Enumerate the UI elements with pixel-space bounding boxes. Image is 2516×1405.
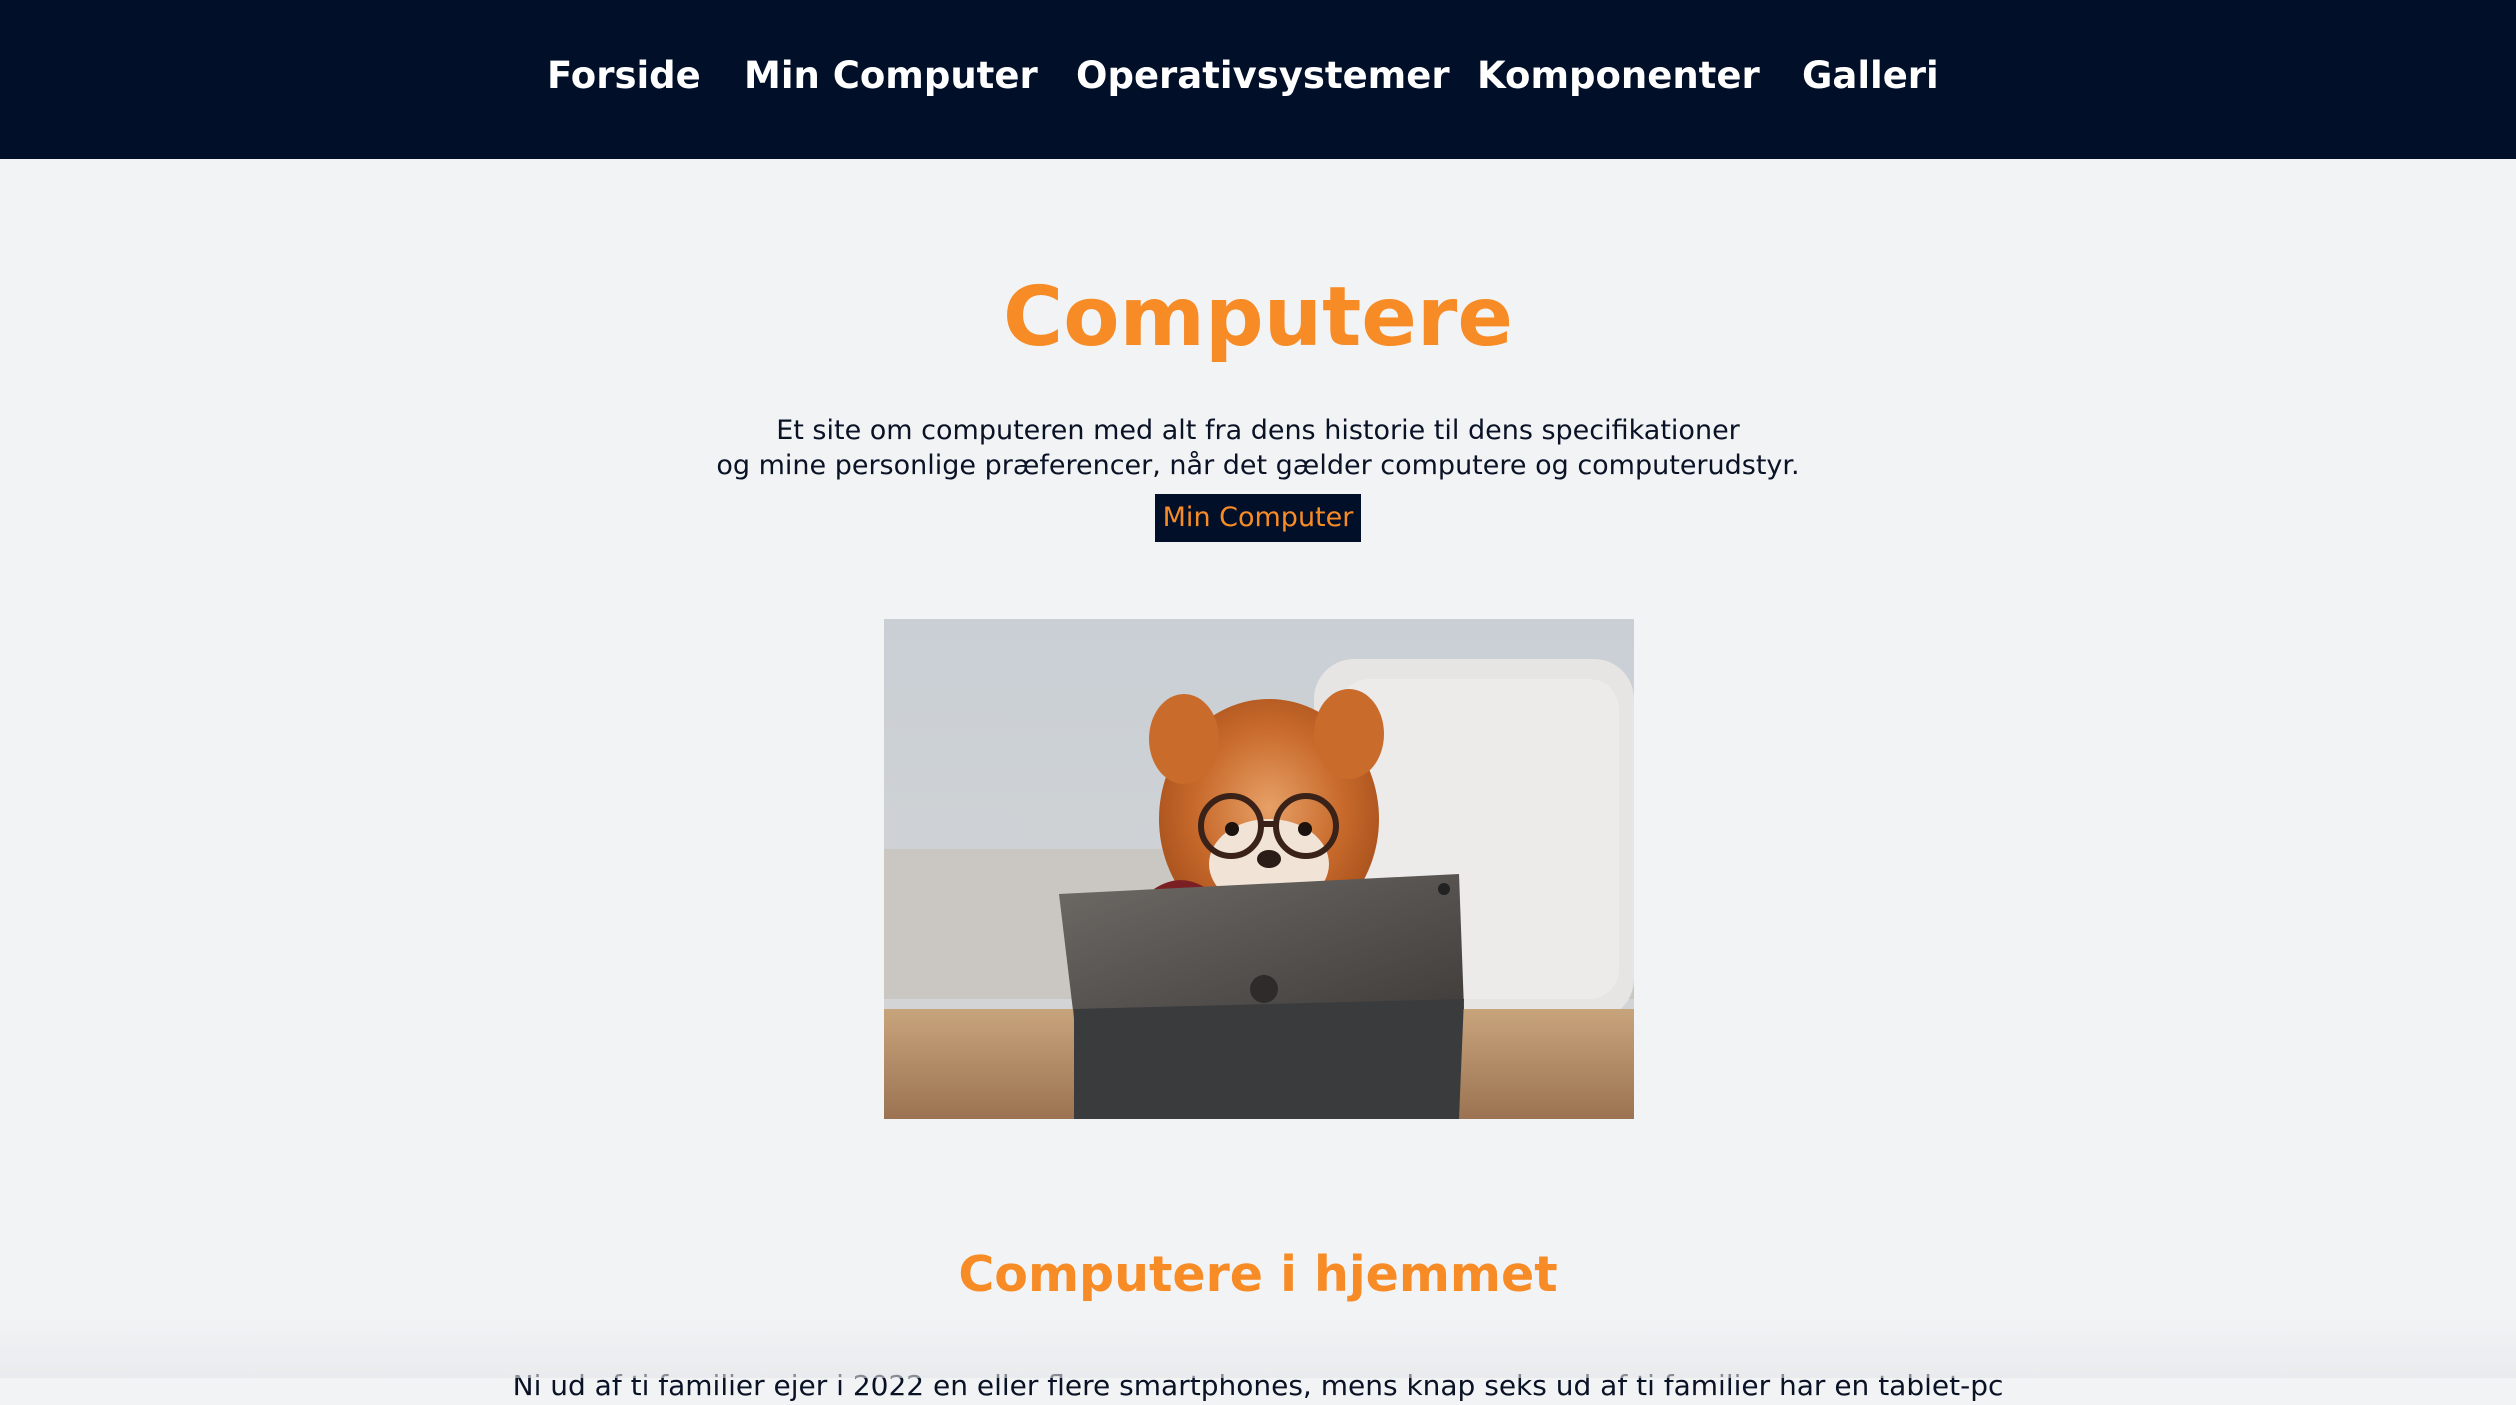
intro-text-line-2: og mine personlige præferencer, når det … <box>716 450 1800 481</box>
nav-link-min-computer[interactable]: Min Computer <box>744 52 1038 100</box>
section-paragraph: Ni ud af ti familier ejer i 2022 en elle… <box>512 1369 2004 1402</box>
page-title: Computere <box>1003 270 1513 365</box>
intro-text-line-1: Et site om computeren med alt fra dens h… <box>776 415 1740 446</box>
nav-link-forside[interactable]: Forside <box>547 52 701 100</box>
min-computer-button[interactable]: Min Computer <box>1155 494 1361 542</box>
top-navigation: Forside Min Computer Operativsystemer Ko… <box>0 0 2516 159</box>
nav-link-galleri[interactable]: Galleri <box>1802 52 1939 100</box>
section-title: Computere i hjemmet <box>958 1246 1558 1303</box>
nav-link-komponenter[interactable]: Komponenter <box>1477 52 1760 100</box>
nav-link-operativsystemer[interactable]: Operativsystemer <box>1076 52 1450 100</box>
hero-image-dog-with-tablet <box>884 619 1634 1119</box>
